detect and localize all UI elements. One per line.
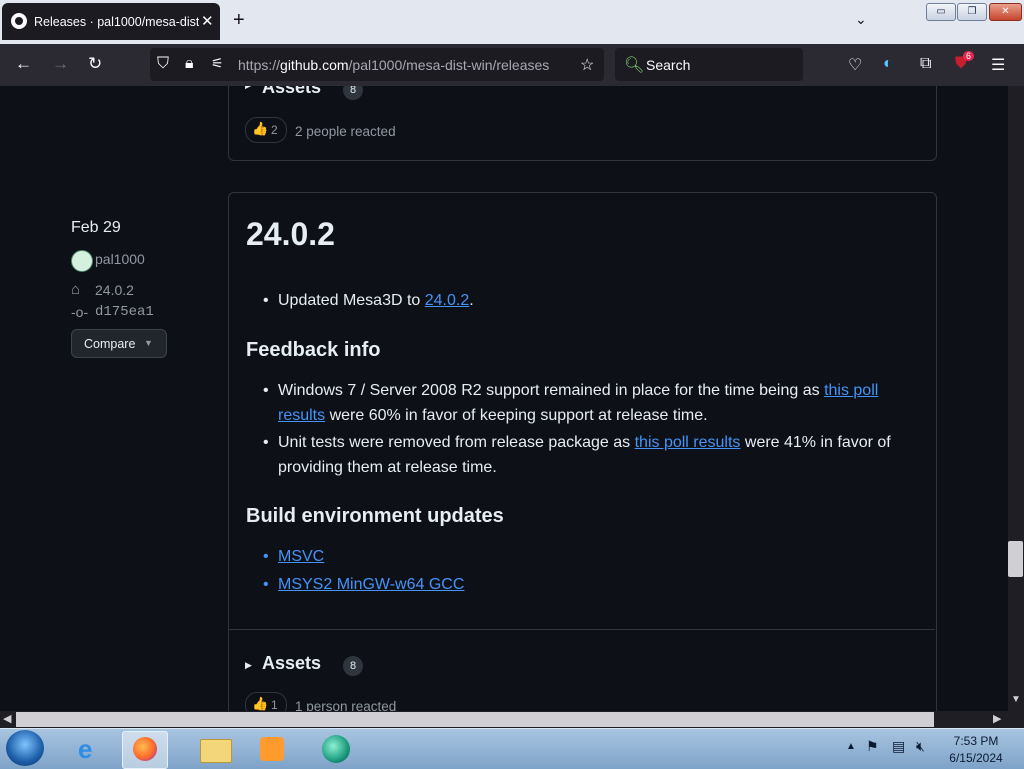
github-icon [11, 13, 27, 29]
thumbs-up-icon: 👍 [252, 121, 269, 136]
release-date: Feb 29 [71, 219, 121, 236]
list-item: • MSYS2 MinGW-w64 GCC [263, 576, 465, 593]
clock-time: 7:53 PM [953, 734, 999, 748]
bookmark-star-icon[interactable]: ☆ [580, 55, 594, 75]
msys2-link[interactable]: MSYS2 MinGW-w64 GCC [278, 576, 464, 593]
tab-releases[interactable]: Releases · pal1000/mesa-dist-win ✕ [2, 3, 220, 40]
list-item: • Windows 7 / Server 2008 R2 support rema… [263, 382, 879, 424]
assets-heading[interactable]: Assets [262, 86, 321, 98]
url-path: /pal1000/mesa-dist-win/releases [348, 57, 550, 73]
list-all-tabs-icon[interactable]: ⌄ [855, 11, 867, 28]
search-input[interactable]: Search [646, 57, 690, 73]
reaction-button[interactable]: 👍 2 [245, 117, 287, 143]
tab-title: Releases · pal1000/mesa-dist-win [34, 15, 199, 29]
poll-link[interactable]: this poll results [635, 434, 741, 451]
tab-close-icon[interactable]: ✕ [201, 12, 214, 30]
reaction-summary: 2 people reacted [295, 124, 396, 139]
vertical-scrollbar[interactable] [1008, 86, 1024, 711]
assets-expand-icon[interactable]: ▶ [245, 86, 252, 91]
reaction-count: 1 [271, 698, 278, 711]
search-engine-icon: 🔍︎ [624, 57, 645, 74]
pocket-icon[interactable]: ♡ [848, 55, 862, 75]
commit-link[interactable]: d175ea1 [95, 304, 154, 320]
list-item: • Unit tests were removed from release pa… [263, 434, 891, 476]
reaction-count: 2 [271, 123, 278, 137]
list-item: • MSVC [263, 548, 325, 565]
horizontal-scroll-thumb[interactable] [16, 712, 934, 727]
url-scheme: https:// [238, 57, 281, 73]
firefox-icon[interactable] [122, 731, 168, 769]
msvc-link[interactable]: MSVC [278, 548, 324, 565]
internet-explorer-icon[interactable]: e [68, 731, 112, 767]
author-link[interactable]: pal1000 [95, 251, 145, 267]
tag-icon: ⌂ [71, 281, 81, 298]
avatar[interactable] [71, 250, 93, 272]
lock-icon[interactable]: 🔒︎ [185, 55, 194, 73]
tag-link[interactable]: 24.0.2 [95, 282, 134, 298]
scroll-left-icon[interactable]: ◀ [3, 712, 11, 725]
page-content: ▶ Assets 8 👍 2 2 people reacted Feb 29 p… [0, 86, 1008, 711]
system-clock[interactable]: 7:53 PM 6/15/2024 [940, 733, 1012, 767]
vpn-extension-icon[interactable]: ◐ [883, 55, 893, 73]
start-button[interactable] [6, 730, 44, 766]
url-text[interactable]: https://github.com/pal1000/mesa-dist-win… [238, 57, 549, 73]
shield-icon[interactable]: ⛉ [157, 55, 169, 73]
tray-expand-icon[interactable]: ▲ [846, 741, 856, 752]
minimize-button[interactable]: ▭ [926, 3, 956, 21]
back-icon[interactable]: ← [15, 54, 32, 74]
action-center-flag-icon[interactable]: ⚑ [866, 738, 879, 755]
new-tab-button[interactable]: + [233, 9, 245, 32]
thumbs-up-icon: 👍 [252, 696, 269, 711]
vertical-scroll-thumb[interactable] [1008, 541, 1023, 577]
maximize-button[interactable]: ❐ [957, 3, 987, 21]
scroll-right-icon[interactable]: ▶ [993, 712, 1001, 725]
assets-heading[interactable]: Assets [262, 653, 321, 674]
reload-icon[interactable]: ↻ [88, 54, 102, 74]
build-heading: Build environment updates [246, 505, 504, 527]
extension-badge: 6 [963, 51, 975, 61]
permissions-icon[interactable]: ⚟ [211, 55, 224, 72]
network-icon[interactable]: ▤ [892, 738, 905, 755]
close-window-button[interactable]: ✕ [989, 3, 1022, 21]
reaction-button[interactable]: 👍 1 [245, 692, 287, 711]
divider [228, 629, 935, 630]
extensions-icon[interactable]: ⧉ [920, 55, 931, 73]
media-player-icon[interactable] [250, 731, 294, 767]
poll-link[interactable]: this poll [824, 382, 878, 399]
volume-muted-icon[interactable]: 🔇︎ [916, 738, 925, 755]
compare-label: Compare [84, 337, 136, 351]
caret-down-icon: ▼ [144, 338, 153, 348]
reaction-summary: 1 person reacted [295, 699, 397, 711]
feedback-heading: Feedback info [246, 339, 381, 361]
forward-icon[interactable]: → [52, 54, 69, 74]
compare-button[interactable]: Compare ▼ [71, 329, 167, 358]
file-explorer-icon[interactable] [192, 731, 236, 767]
release-title[interactable]: 24.0.2 [246, 216, 335, 253]
commit-icon: -o- [71, 304, 89, 320]
assets-expand-icon[interactable]: ▶ [245, 660, 252, 671]
assets-count-badge: 8 [343, 656, 363, 676]
version-link[interactable]: 24.0.2 [425, 292, 469, 309]
app-icon[interactable] [314, 731, 358, 767]
scroll-down-icon[interactable]: ▼ [1011, 694, 1021, 705]
menu-icon[interactable]: ☰ [991, 55, 1005, 75]
clock-date: 6/15/2024 [949, 751, 1003, 765]
url-host: github.com [280, 57, 349, 73]
list-item: • Updated Mesa3D to 24.0.2. [263, 292, 474, 309]
poll-link[interactable]: results [278, 407, 325, 424]
